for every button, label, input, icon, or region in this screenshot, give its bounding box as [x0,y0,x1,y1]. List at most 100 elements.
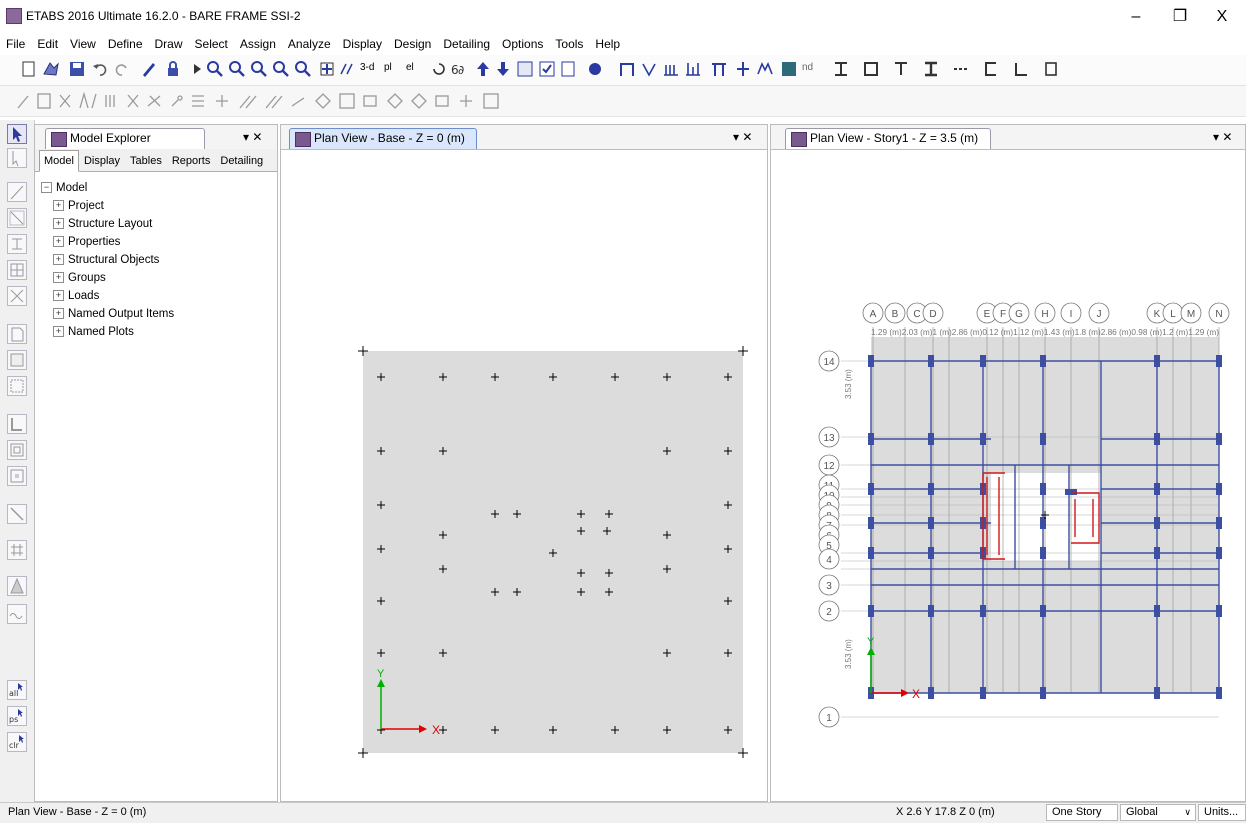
column[interactable] [868,355,874,367]
tree-item-structure-layout[interactable]: + Structure Layout [41,215,273,233]
plan-base-close-button[interactable]: ▾ ✕ [733,130,752,144]
set-display-icon[interactable] [538,60,556,78]
menu-tools[interactable]: Tools [549,34,589,54]
column[interactable] [1154,433,1160,445]
column[interactable] [868,605,874,617]
snap-tools-icons[interactable] [14,86,554,116]
draw-joint-icon[interactable] [7,182,27,202]
column[interactable] [1216,433,1222,445]
wide-flange-icon[interactable] [922,60,940,78]
close-button[interactable]: X [1202,4,1242,30]
draw-slab-icon[interactable] [684,60,702,78]
rebar-section-icon[interactable] [1042,60,1060,78]
column[interactable] [1040,483,1046,495]
select-pointer-icon[interactable] [7,124,27,144]
draw-line-icon[interactable] [7,208,27,228]
column[interactable] [868,483,874,495]
minimize-button[interactable]: – [1116,4,1156,30]
rotate-3d-icon[interactable] [430,60,448,78]
column[interactable] [928,433,934,445]
draw-brace-icon[interactable] [640,60,658,78]
column[interactable] [980,687,986,699]
draw-brace-tool-icon[interactable] [7,286,27,306]
menu-assign[interactable]: Assign [234,34,282,54]
menu-help[interactable]: Help [589,34,626,54]
draw-dimension-icon[interactable] [7,504,27,524]
expand-icon[interactable]: + [53,200,64,212]
column[interactable] [1216,605,1222,617]
column[interactable] [1154,517,1160,529]
t-section-icon[interactable] [892,60,910,78]
column[interactable] [1216,517,1222,529]
tree-item-properties[interactable]: + Properties [41,233,273,251]
maximize-button[interactable]: ❐ [1160,4,1200,30]
column[interactable] [868,517,874,529]
column[interactable] [1154,605,1160,617]
column[interactable] [1040,687,1046,699]
draw-floor-icon[interactable] [7,324,27,344]
expand-icon[interactable]: + [53,218,64,230]
column[interactable] [1216,483,1222,495]
menu-analyze[interactable]: Analyze [282,34,337,54]
menu-display[interactable]: Display [337,34,388,54]
menu-draw[interactable]: Draw [149,34,189,54]
column[interactable] [928,355,934,367]
move-up-icon[interactable] [474,60,492,78]
column[interactable] [1154,687,1160,699]
deck-section-icon[interactable] [952,60,970,78]
new-model-icon[interactable] [20,60,38,78]
menu-select[interactable]: Select [189,34,234,54]
zoom-extents-icon[interactable] [294,60,312,78]
previous-selection-icon[interactable]: ps [7,706,27,726]
zoom-previous-icon[interactable] [272,60,290,78]
collapse-icon[interactable]: − [41,182,52,194]
draw-opening-icon[interactable] [7,466,27,486]
draw-wall-icon[interactable] [662,60,680,78]
column[interactable] [1040,355,1046,367]
column[interactable] [928,517,934,529]
column[interactable] [928,547,934,559]
expand-icon[interactable]: + [53,290,64,302]
draw-point-icon[interactable] [734,60,752,78]
i-section-icon[interactable] [832,60,850,78]
subtab-model[interactable]: Model [39,150,79,172]
pan-icon[interactable] [318,60,336,78]
plan-story1-tab[interactable]: Plan View - Story1 - Z = 3.5 (m) [785,128,991,149]
channel-section-icon[interactable] [982,60,1000,78]
column[interactable] [1040,605,1046,617]
menu-design[interactable]: Design [388,34,437,54]
reshape-icon[interactable] [7,148,27,168]
model-explorer-close-button[interactable]: ▾ ✕ [243,130,262,144]
units-button[interactable]: Units... [1198,804,1246,821]
column[interactable] [1216,547,1222,559]
elevation-view-button[interactable]: el [406,62,426,80]
run-analysis-icon[interactable] [188,60,206,78]
draw-area-click-icon[interactable] [7,376,27,396]
column[interactable] [868,433,874,445]
column[interactable] [1154,483,1160,495]
column[interactable] [868,547,874,559]
draw-spring-icon[interactable] [7,604,27,624]
display-options-icon[interactable] [560,60,578,78]
tree-item-project[interactable]: + Project [41,197,273,215]
draw-column-icon[interactable] [710,60,728,78]
plan-story1-canvas[interactable]: ABCDEFGHIJKLMN 1413121110987654321 1.29 … [771,149,1245,801]
view-3d-button[interactable]: 3-d [360,62,380,80]
menu-options[interactable]: Options [496,34,549,54]
subtab-display[interactable]: Display [79,150,125,172]
draw-section-cut-icon[interactable] [756,60,774,78]
expand-icon[interactable]: + [53,308,64,320]
clear-selection-icon[interactable]: clr [7,732,27,752]
column[interactable] [980,605,986,617]
angle-section-icon[interactable] [1012,60,1030,78]
menu-file[interactable]: File [0,34,31,54]
tree-item-named-plots[interactable]: + Named Plots [41,323,273,341]
draw-column-tool-icon[interactable] [7,260,27,280]
subtab-detailing[interactable]: Detailing [215,150,268,172]
tree-item-groups[interactable]: + Groups [41,269,273,287]
column[interactable] [1040,433,1046,445]
select-all-icon[interactable]: all [7,680,27,700]
draw-wall-tool-icon[interactable] [7,414,27,434]
menu-detailing[interactable]: Detailing [437,34,496,54]
menu-edit[interactable]: Edit [31,34,64,54]
